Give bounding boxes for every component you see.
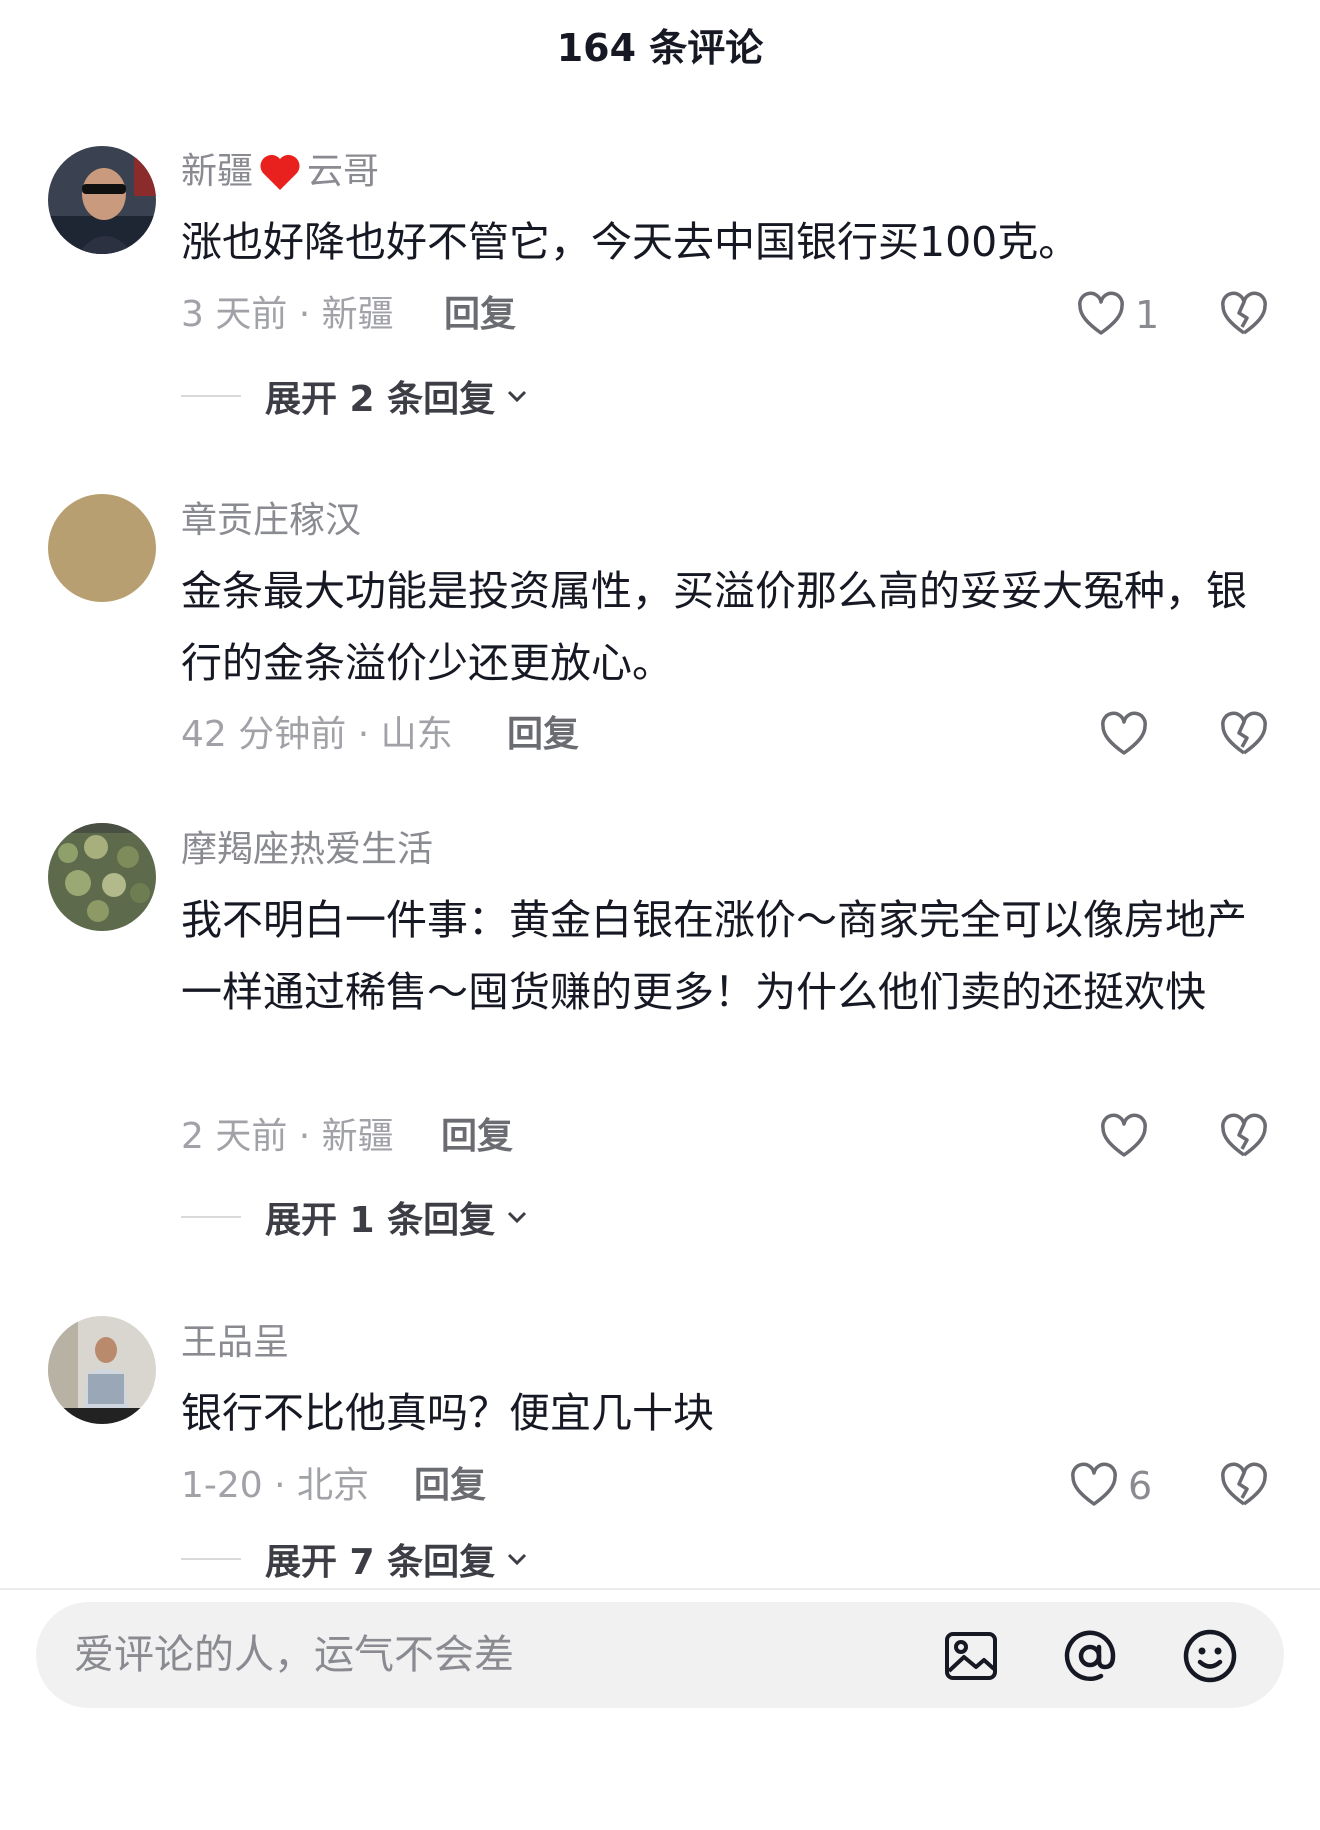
comment-text: 我不明白一件事：黄金白银在涨价～商家完全可以像房地产一样通过稀售～囤货赚的更多！… — [181, 896, 1247, 1016]
comment-text: 涨也好降也好不管它，今天去中国银行买100克。 — [181, 218, 1080, 266]
comment-meta: 1-20 · 北京 — [181, 1465, 370, 1506]
expand-replies-button[interactable]: 展开 2 条回复 — [181, 368, 531, 424]
comment-input-bar[interactable]: 爱评论的人，运气不会差 — [36, 1602, 1284, 1708]
chevron-down-icon — [508, 1553, 527, 1566]
avatar[interactable] — [48, 1316, 156, 1424]
heart-outline-icon — [1101, 711, 1147, 755]
avatar[interactable] — [48, 823, 156, 931]
like-button[interactable]: 1 — [1075, 287, 1159, 343]
input-divider — [0, 1588, 1320, 1590]
heart-outline-icon — [1101, 1113, 1147, 1157]
reply-button[interactable]: 回复 — [414, 1461, 486, 1511]
expand-replies-button[interactable]: 展开 7 条回复 — [181, 1536, 531, 1582]
comments-title: 164 条评论 — [556, 26, 764, 70]
emoji-icon[interactable] — [1181, 1627, 1239, 1685]
comment-text: 金条最大功能是投资属性，买溢价那么高的妥妥大冤种，银行的金条溢价少还更放心。 — [181, 567, 1247, 687]
comment-meta: 2 天前 · 新疆 — [181, 1116, 394, 1157]
avatar[interactable] — [48, 146, 156, 254]
reply-button[interactable]: 回复 — [444, 290, 516, 340]
broken-heart-icon — [1221, 711, 1267, 755]
like-count: 6 — [1128, 1464, 1153, 1508]
chevron-down-icon — [508, 1211, 527, 1224]
comment-input-placeholder[interactable]: 爱评论的人，运气不会差 — [74, 1602, 514, 1708]
like-count: 1 — [1135, 293, 1160, 337]
divider-line — [181, 395, 241, 397]
heart-outline-icon — [1071, 1462, 1117, 1506]
reply-button[interactable]: 回复 — [507, 710, 579, 760]
comment-meta: 3 天前 · 新疆 — [181, 294, 394, 335]
username[interactable]: 章贡庄稼汉 — [181, 496, 361, 546]
username[interactable]: 新疆 云哥 — [181, 147, 379, 197]
broken-heart-icon — [1221, 1462, 1267, 1506]
red-heart-emoji-icon — [257, 149, 303, 195]
divider-line — [181, 1558, 241, 1560]
divider-line — [181, 1216, 241, 1218]
username[interactable]: 摩羯座热爱生活 — [181, 825, 433, 875]
broken-heart-icon — [1221, 291, 1267, 335]
like-button[interactable] — [1098, 1109, 1150, 1165]
at-icon[interactable] — [1061, 1627, 1119, 1685]
like-button[interactable]: 6 — [1068, 1458, 1152, 1514]
image-icon[interactable] — [942, 1627, 1000, 1685]
comment-text: 银行不比他真吗？便宜几十块 — [181, 1389, 714, 1437]
dislike-button[interactable] — [1218, 707, 1270, 763]
broken-heart-icon — [1221, 1113, 1267, 1157]
expand-replies-button[interactable]: 展开 1 条回复 — [181, 1189, 531, 1245]
dislike-button[interactable] — [1218, 1109, 1270, 1165]
dislike-button[interactable] — [1218, 287, 1270, 343]
comment-meta: 42 分钟前 · 山东 — [181, 714, 453, 755]
username[interactable]: 王品呈 — [181, 1318, 289, 1368]
heart-outline-icon — [1078, 291, 1124, 335]
chevron-down-icon — [508, 390, 527, 403]
reply-button[interactable]: 回复 — [441, 1112, 513, 1162]
dislike-button[interactable] — [1218, 1458, 1270, 1514]
like-button[interactable] — [1098, 707, 1150, 763]
avatar[interactable] — [48, 494, 156, 602]
